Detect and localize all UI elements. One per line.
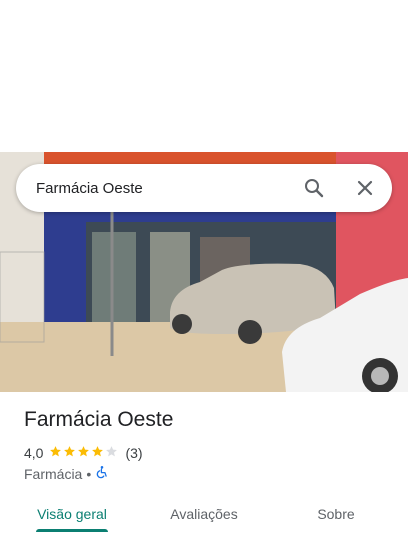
category-row: Farmácia • — [24, 465, 109, 482]
rating-row[interactable]: 4,0 (3) — [24, 445, 143, 461]
star-filled-icon — [92, 446, 104, 457]
rating-value: 4,0 — [24, 445, 44, 461]
tab-reviews-label: Avaliações — [170, 506, 238, 522]
close-icon[interactable] — [353, 176, 377, 200]
star-filled-icon — [50, 446, 62, 457]
active-tab-indicator — [36, 529, 108, 532]
star-empty-icon — [106, 446, 118, 457]
star-rating — [49, 445, 119, 461]
search-bar — [16, 164, 392, 212]
wheelchair-accessible-icon[interactable] — [95, 465, 109, 482]
tab-overview[interactable]: Visão geral — [24, 505, 120, 543]
tab-about[interactable]: Sobre — [296, 505, 376, 543]
tab-about-label: Sobre — [317, 506, 355, 522]
star-filled-icon — [78, 446, 90, 457]
search-input[interactable] — [36, 176, 286, 200]
star-filled-icon — [64, 446, 76, 457]
tab-overview-label: Visão geral — [37, 506, 107, 522]
search-icon[interactable] — [302, 176, 326, 200]
separator-dot: • — [86, 465, 92, 482]
tab-reviews[interactable]: Avaliações — [160, 505, 248, 543]
place-category: Farmácia — [24, 465, 83, 482]
review-count[interactable]: (3) — [125, 445, 142, 461]
place-tabs: Visão geral Avaliações Sobre — [0, 502, 408, 544]
place-title: Farmácia Oeste — [24, 408, 174, 431]
